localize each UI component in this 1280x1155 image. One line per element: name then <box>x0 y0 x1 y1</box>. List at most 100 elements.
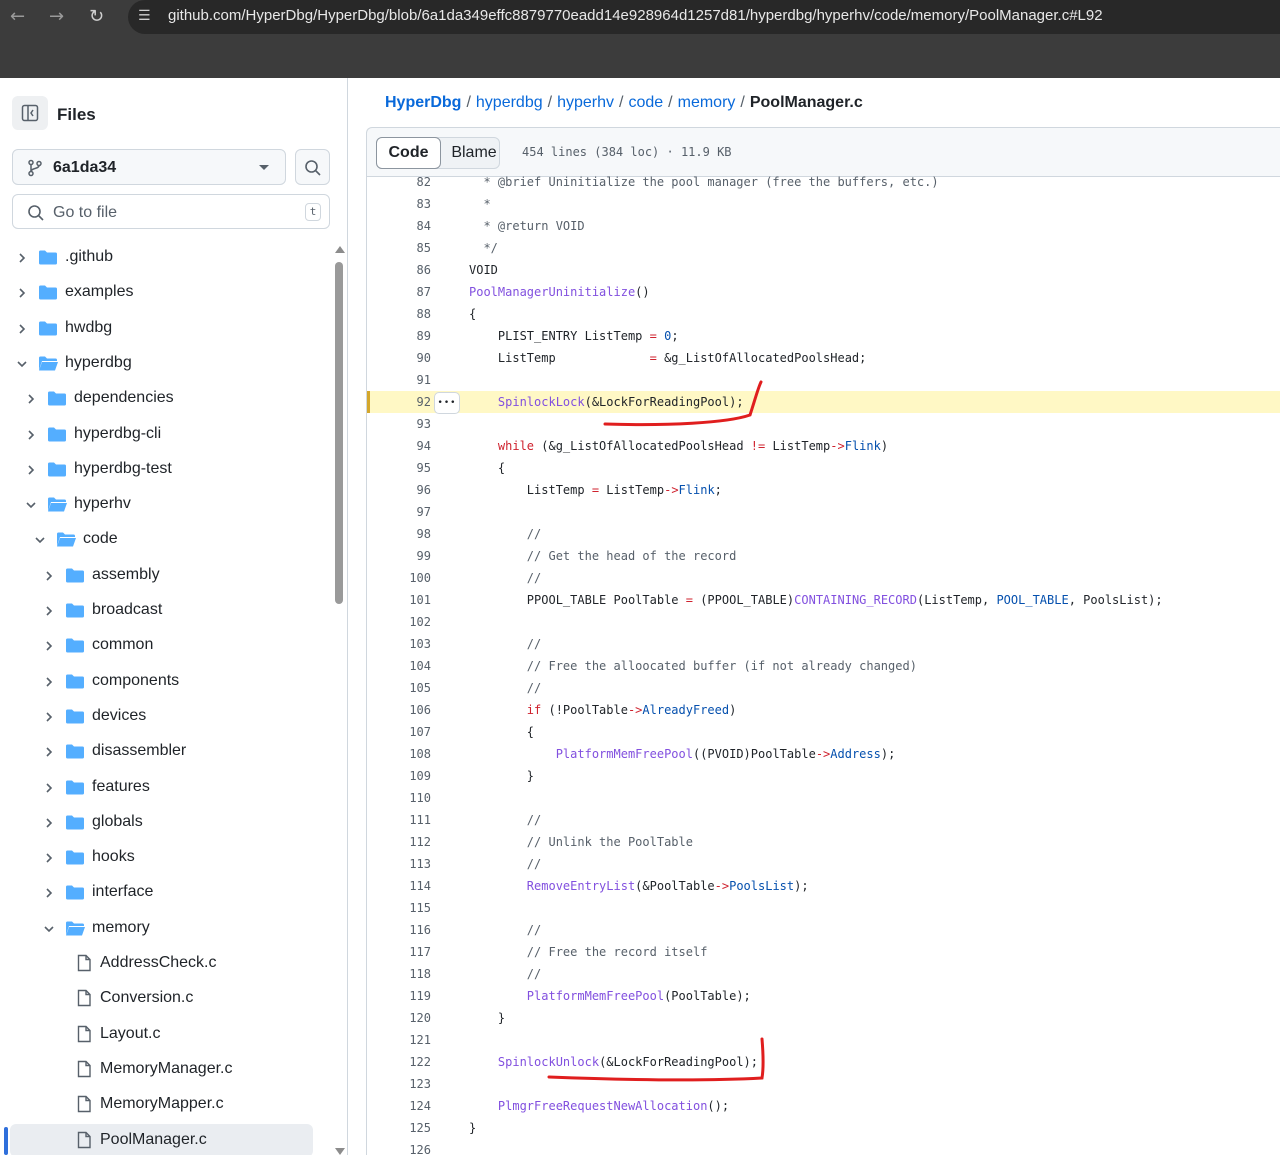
tree-file-item[interactable]: AddressCheck.c <box>0 947 313 980</box>
search-files-button[interactable] <box>295 149 330 185</box>
tree-chevron[interactable] <box>15 286 29 300</box>
tree-chevron[interactable] <box>42 569 56 583</box>
tree-chevron[interactable] <box>42 781 56 795</box>
tree-folder-item[interactable]: disassembler <box>0 735 313 768</box>
arrow-left-icon[interactable]: ← <box>10 6 25 27</box>
tree-chevron[interactable] <box>24 428 38 442</box>
line-number[interactable]: 94 <box>367 435 431 457</box>
line-number[interactable]: 109 <box>367 765 431 787</box>
arrow-right-icon[interactable]: → <box>49 6 64 27</box>
tab-blame[interactable]: Blame <box>444 138 504 168</box>
tree-folder-item[interactable]: broadcast <box>0 594 313 627</box>
line-number[interactable]: 108 <box>367 743 431 765</box>
tree-folder-item[interactable]: interface <box>0 876 313 909</box>
line-number[interactable]: 125 <box>367 1117 431 1139</box>
line-number[interactable]: 92 <box>367 391 431 413</box>
line-number[interactable]: 121 <box>367 1029 431 1051</box>
line-number[interactable]: 89 <box>367 325 431 347</box>
line-number[interactable]: 124 <box>367 1095 431 1117</box>
breadcrumb-link[interactable]: HyperDbg <box>385 94 461 111</box>
tree-folder-item[interactable]: dependencies <box>0 382 313 415</box>
line-number[interactable]: 116 <box>367 919 431 941</box>
tree-chevron[interactable] <box>24 463 38 477</box>
line-number[interactable]: 90 <box>367 347 431 369</box>
site-settings-icon[interactable]: ☰ <box>138 8 156 26</box>
tab-code[interactable]: Code <box>376 137 441 169</box>
tree-folder-item[interactable]: hyperdbg-cli <box>0 418 313 451</box>
line-number[interactable]: 122 <box>367 1051 431 1073</box>
line-number[interactable]: 95 <box>367 457 431 479</box>
tree-folder-item[interactable]: examples <box>0 276 313 309</box>
line-number[interactable]: 117 <box>367 941 431 963</box>
line-number[interactable]: 101 <box>367 589 431 611</box>
tree-file-item[interactable]: MemoryMapper.c <box>0 1088 313 1121</box>
tree-folder-item[interactable]: features <box>0 771 313 804</box>
tree-folder-item[interactable]: devices <box>0 700 313 733</box>
line-number[interactable]: 91 <box>367 369 431 391</box>
address-url[interactable]: github.com/HyperDbg/HyperDbg/blob/6a1da3… <box>168 7 1103 24</box>
tree-chevron[interactable] <box>24 392 38 406</box>
tree-folder-item[interactable]: .github <box>0 241 313 274</box>
line-number[interactable]: 103 <box>367 633 431 655</box>
tree-chevron[interactable] <box>42 675 56 689</box>
tree-folder-item[interactable]: hyperhv <box>0 488 313 521</box>
tree-folder-item[interactable]: code <box>0 523 313 556</box>
line-number[interactable]: 106 <box>367 699 431 721</box>
tree-file-item[interactable]: Layout.c <box>0 1018 313 1051</box>
tree-file-item[interactable]: Conversion.c <box>0 982 313 1015</box>
tree-folder-item[interactable]: globals <box>0 806 313 839</box>
line-number[interactable]: 83 <box>367 193 431 215</box>
line-number[interactable]: 102 <box>367 611 431 633</box>
line-number[interactable]: 123 <box>367 1073 431 1095</box>
tree-folder-item[interactable]: hyperdbg-test <box>0 453 313 486</box>
tree-folder-item[interactable]: components <box>0 665 313 698</box>
tree-folder-item[interactable]: hwdbg <box>0 312 313 345</box>
collapse-sidebar-button[interactable] <box>12 96 48 130</box>
tree-file-item[interactable]: PoolManager.c <box>10 1123 313 1155</box>
scroll-up-icon[interactable] <box>335 246 345 253</box>
line-number[interactable]: 112 <box>367 831 431 853</box>
line-number[interactable]: 120 <box>367 1007 431 1029</box>
tree-chevron[interactable] <box>42 604 56 618</box>
tree-folder-item[interactable]: hooks <box>0 841 313 874</box>
tree-chevron[interactable] <box>33 533 47 547</box>
line-number[interactable]: 119 <box>367 985 431 1007</box>
tree-folder-item[interactable]: common <box>0 629 313 662</box>
line-number[interactable]: 114 <box>367 875 431 897</box>
tree-chevron[interactable] <box>42 745 56 759</box>
kebab-horizontal-icon[interactable]: ••• <box>434 392 460 414</box>
line-number[interactable]: 113 <box>367 853 431 875</box>
line-number[interactable]: 84 <box>367 215 431 237</box>
tree-folder-item[interactable]: memory <box>0 912 313 945</box>
line-number[interactable]: 126 <box>367 1139 431 1155</box>
branch-selector[interactable]: 6a1da34 <box>12 149 286 185</box>
line-number[interactable]: 98 <box>367 523 431 545</box>
tree-chevron[interactable] <box>42 922 56 936</box>
tree-chevron[interactable] <box>42 639 56 653</box>
line-number[interactable]: 88 <box>367 303 431 325</box>
line-number[interactable]: 105 <box>367 677 431 699</box>
reload-icon[interactable]: ↻ <box>89 6 104 27</box>
line-number[interactable]: 82 <box>367 176 431 193</box>
line-number[interactable]: 115 <box>367 897 431 919</box>
breadcrumb-link[interactable]: code <box>628 94 663 111</box>
line-number[interactable]: 118 <box>367 963 431 985</box>
tree-chevron[interactable] <box>15 251 29 265</box>
tree-chevron[interactable] <box>24 498 38 512</box>
line-number[interactable]: 97 <box>367 501 431 523</box>
breadcrumb-link[interactable]: hyperdbg <box>476 94 543 111</box>
breadcrumb-link[interactable]: hyperhv <box>557 94 614 111</box>
line-number[interactable]: 86 <box>367 259 431 281</box>
tree-folder-item[interactable]: hyperdbg <box>0 347 313 380</box>
tree-folder-item[interactable]: assembly <box>0 559 313 592</box>
address-bar[interactable]: ☰ github.com/HyperDbg/HyperDbg/blob/6a1d… <box>128 0 1280 34</box>
tree-chevron[interactable] <box>15 357 29 371</box>
tree-chevron[interactable] <box>42 886 56 900</box>
line-number[interactable]: 110 <box>367 787 431 809</box>
line-number[interactable]: 104 <box>367 655 431 677</box>
line-number[interactable]: 100 <box>367 567 431 589</box>
tree-chevron[interactable] <box>42 816 56 830</box>
tree-chevron[interactable] <box>42 710 56 724</box>
line-number[interactable]: 93 <box>367 413 431 435</box>
line-number[interactable]: 87 <box>367 281 431 303</box>
